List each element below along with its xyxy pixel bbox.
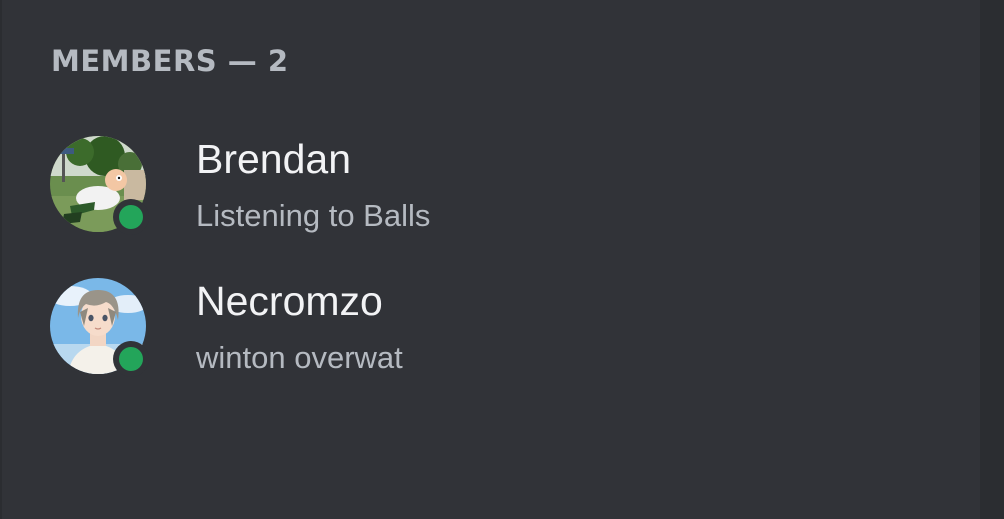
scrollbar-track[interactable] [980,0,1004,519]
members-list: MEMBERS — 2 Brendan Listening to Balls N… [2,0,980,519]
online-status-icon [113,199,149,235]
member-name: Necromzo [196,278,383,324]
avatar-container[interactable] [50,136,149,235]
member-item-brendan[interactable]: Brendan Listening to Balls [38,124,958,244]
avatar-container[interactable] [50,278,149,377]
member-item-necromzo[interactable]: Necromzo winton overwat [38,266,958,386]
online-status-icon [113,341,149,377]
member-activity: Listening to Balls [196,198,431,233]
app-window: MEMBERS — 2 Brendan Listening to Balls N… [0,0,1004,519]
member-activity: winton overwat [196,340,403,375]
members-section-header: MEMBERS — 2 [51,44,289,78]
member-name: Brendan [196,136,352,182]
